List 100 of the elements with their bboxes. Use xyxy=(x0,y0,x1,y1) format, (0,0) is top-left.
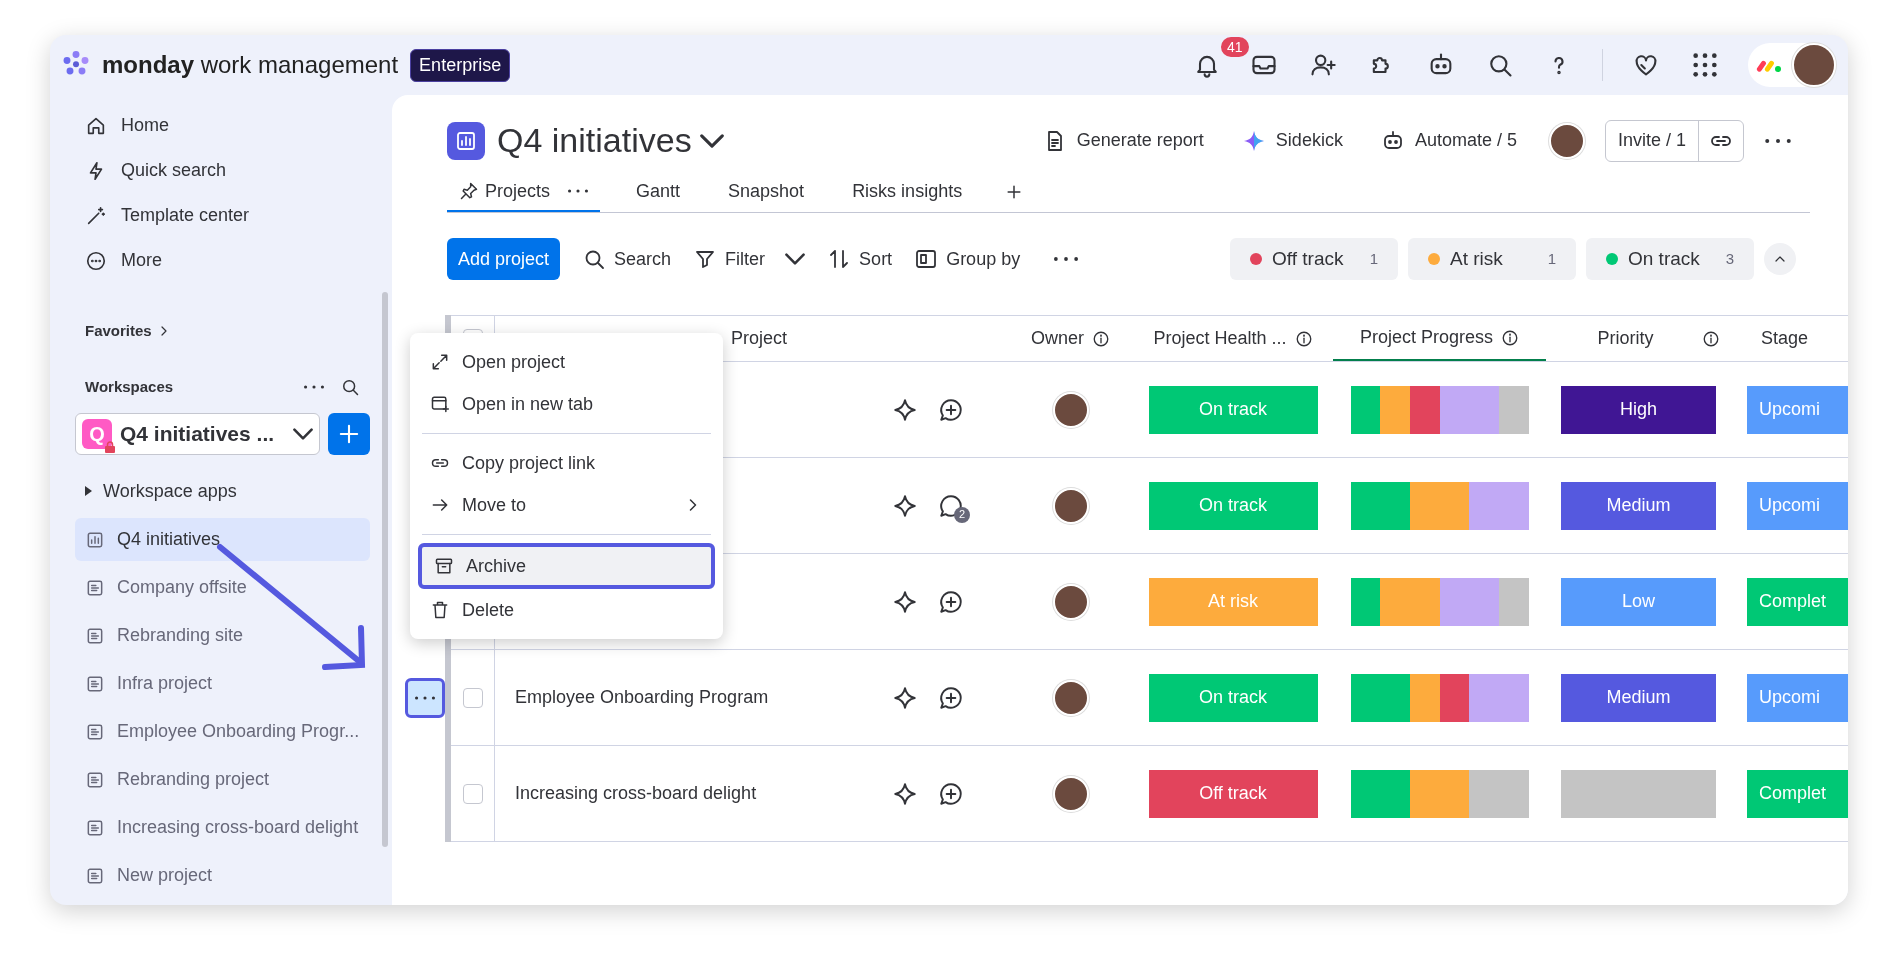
board-item[interactable]: Q4 initiatives xyxy=(75,518,370,561)
avatar xyxy=(1052,679,1089,716)
status-count: 1 xyxy=(1547,248,1556,269)
add-comment-icon xyxy=(938,684,964,711)
column-header: Project Progress xyxy=(1359,326,1494,349)
project-name: Employee Onboarding Program xyxy=(515,686,769,709)
priority-label[interactable]: High xyxy=(1561,385,1716,434)
menu-item[interactable]: Move to xyxy=(418,484,715,526)
header-action-button[interactable]: Sidekick xyxy=(1241,127,1343,154)
view-tab[interactable]: Projects xyxy=(447,172,601,212)
new-tab-icon xyxy=(430,394,450,414)
archive-icon xyxy=(434,556,454,576)
status-filter-chip[interactable]: Off track 1 xyxy=(1230,238,1398,280)
brand-name: monday work management xyxy=(102,50,399,80)
add-comment-icon xyxy=(938,396,964,423)
workspaces-options-button[interactable] xyxy=(304,385,324,389)
info-icon xyxy=(1092,329,1110,348)
nav-item[interactable]: More xyxy=(75,238,370,283)
header-action-button[interactable]: Generate report xyxy=(1042,127,1204,154)
group-icon xyxy=(914,247,939,271)
menu-item[interactable]: Archive xyxy=(418,543,715,589)
plan-badge: Enterprise xyxy=(410,48,511,82)
toolbar-more-button[interactable] xyxy=(1054,257,1079,261)
more-icon xyxy=(568,189,589,193)
board-item[interactable]: New project xyxy=(75,854,370,897)
notification-count: 41 xyxy=(1219,35,1251,59)
board-options-button[interactable] xyxy=(1764,138,1792,143)
pin-icon xyxy=(459,181,479,201)
priority-label[interactable]: Medium xyxy=(1561,673,1716,722)
toolbar-button[interactable]: Group by xyxy=(914,245,1021,273)
workspaces-search-button[interactable] xyxy=(340,377,360,397)
grid-icon xyxy=(1691,51,1719,79)
more-icon xyxy=(1764,138,1792,143)
sparkle-icon xyxy=(892,588,918,615)
avatar xyxy=(1052,391,1089,428)
expand-icon xyxy=(430,352,450,372)
more-icon xyxy=(1054,257,1079,261)
board-item[interactable]: Increasing cross-board delight xyxy=(75,806,370,849)
workspace-apps-toggle[interactable]: Workspace apps xyxy=(75,469,370,513)
workspaces-heading: Workspaces xyxy=(85,376,175,397)
info-icon xyxy=(1701,329,1720,348)
lock-icon xyxy=(104,441,116,453)
info-icon xyxy=(1501,328,1520,347)
more-icon xyxy=(415,696,435,700)
menu-item[interactable]: Open in new tab xyxy=(418,383,715,425)
menu-item[interactable]: Delete xyxy=(418,589,715,631)
status-count: 1 xyxy=(1369,248,1378,269)
column-header: Stage xyxy=(1761,327,1809,350)
status-label[interactable]: Off track xyxy=(1148,769,1318,818)
board-item[interactable]: Infra project xyxy=(75,662,370,705)
comment-icon xyxy=(938,492,964,519)
row-menu-button[interactable] xyxy=(405,678,445,718)
header-action-button[interactable]: Automate / 5 xyxy=(1380,127,1517,154)
board-item[interactable]: Employee Onboarding Progr... xyxy=(75,710,370,753)
search-icon xyxy=(340,377,360,397)
toolbar-button[interactable]: Search xyxy=(582,245,672,273)
status-filter-chip[interactable]: At risk 1 xyxy=(1408,238,1576,280)
row-checkbox[interactable] xyxy=(462,783,483,804)
board-item[interactable]: Company offsite xyxy=(75,566,370,609)
sparkle-icon xyxy=(892,396,918,423)
status-count: 3 xyxy=(1725,248,1734,269)
board-item[interactable]: Rebranding site xyxy=(75,614,370,657)
column-header: Priority xyxy=(1597,327,1654,350)
comment-count: 2 xyxy=(954,506,970,523)
row-checkbox[interactable] xyxy=(462,687,483,708)
menu-item[interactable]: Open project xyxy=(418,341,715,383)
toolbar-button[interactable]: Filter xyxy=(693,245,806,273)
sparkle-icon xyxy=(892,492,918,519)
column-header: Project xyxy=(731,327,788,350)
workspace-selector[interactable]: Q Q4 initiatives ... xyxy=(75,413,320,455)
status-filter-chip[interactable]: On track 3 xyxy=(1586,238,1754,280)
sparkle-icon xyxy=(892,780,918,807)
nav-item[interactable]: Home xyxy=(75,103,370,148)
column-header: Owner xyxy=(1031,327,1084,350)
view-tab[interactable]: Risks insights xyxy=(840,172,975,212)
avatar xyxy=(1052,583,1089,620)
sparkle-icon xyxy=(892,684,918,711)
add-comment-icon xyxy=(938,780,964,807)
board-item[interactable]: Rebranding project xyxy=(75,758,370,801)
project-name: Increasing cross-board delight xyxy=(515,782,757,805)
magic-wand-icon xyxy=(85,204,107,227)
priority-label[interactable]: Medium xyxy=(1561,481,1716,530)
add-comment-icon xyxy=(938,588,964,615)
column-header: Project Health ... xyxy=(1153,327,1287,350)
nav-item[interactable]: Template center xyxy=(75,193,370,238)
avatar xyxy=(1052,487,1089,524)
add-project-button[interactable]: Add project xyxy=(447,238,561,280)
avatar xyxy=(1792,43,1836,87)
view-tab[interactable]: Gantt xyxy=(624,172,693,212)
avatar xyxy=(1052,775,1089,812)
more-icon xyxy=(85,249,107,272)
toolbar-button[interactable]: Sort xyxy=(827,245,893,273)
nav-item[interactable]: Quick search xyxy=(75,148,370,193)
favorites-link[interactable]: Favorites xyxy=(75,311,370,351)
view-tab[interactable]: Snapshot xyxy=(716,172,817,212)
menu-item[interactable]: Copy project link xyxy=(418,442,715,484)
avatar xyxy=(1548,122,1585,159)
account-switcher[interactable] xyxy=(1748,43,1836,87)
trash-icon xyxy=(430,600,450,620)
add-button[interactable] xyxy=(328,413,370,455)
